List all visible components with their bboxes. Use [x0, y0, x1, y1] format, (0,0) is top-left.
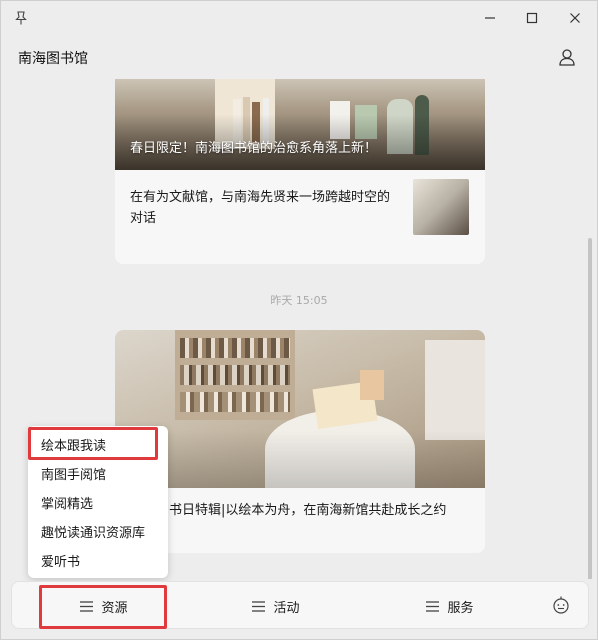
- robot-icon[interactable]: [551, 595, 571, 615]
- chat-header: 南海图书馆: [1, 35, 597, 79]
- menu-item-label: 趣悦读通识资源库: [41, 526, 146, 541]
- menu-item-general-knowledge-database[interactable]: 趣悦读通识资源库: [28, 516, 168, 545]
- article-subitem-text[interactable]: 在有为文献馆，与南海先贤来一场跨越时空的对话: [130, 187, 390, 229]
- pin-icon[interactable]: [13, 10, 29, 26]
- menu-item-nantu-mobile-library[interactable]: 南图手阅馆: [28, 458, 168, 487]
- bottom-menu-label: 活动: [273, 600, 300, 616]
- article-cover-image[interactable]: [115, 330, 485, 488]
- feed-scrollbar[interactable]: [588, 238, 592, 579]
- app-window: 南海图书馆 春日限定！南海图书馆的治愈系角落上新！ 在有为文献馆，与南海先贤来一…: [0, 0, 598, 640]
- bottom-menu-activities[interactable]: 活动: [216, 582, 336, 630]
- menu-list-icon: [426, 600, 440, 612]
- page-title: 南海图书馆: [18, 51, 88, 67]
- article-title: 儿童图书日特辑|以绘本为舟，在南海新馆共赴成长之约: [130, 503, 447, 518]
- article-card[interactable]: 春日限定！南海图书馆的治愈系角落上新！ 在有为文献馆，与南海先贤来一场跨越时空的…: [115, 79, 485, 264]
- maximize-icon[interactable]: [521, 7, 543, 29]
- close-icon[interactable]: [564, 7, 586, 29]
- bottom-menu-highlight-box: [39, 585, 167, 629]
- user-icon[interactable]: [557, 47, 577, 67]
- bottom-menu-label: 服务: [447, 600, 474, 616]
- bottom-menu-services[interactable]: 服务: [390, 582, 510, 630]
- message-timestamp: 昨天 15:05: [270, 294, 328, 307]
- menu-item-label: 爱听书: [41, 555, 81, 570]
- menu-list-icon: [252, 600, 266, 612]
- article-title: 春日限定！南海图书馆的治愈系角落上新！: [130, 141, 378, 156]
- menu-item-ireader-selection[interactable]: 掌阅精选: [28, 487, 168, 516]
- article-subitem-thumbnail[interactable]: [413, 179, 469, 235]
- minimize-icon[interactable]: [479, 7, 501, 29]
- article-cover-image[interactable]: 春日限定！南海图书馆的治愈系角落上新！: [115, 79, 485, 170]
- title-bar: [1, 1, 597, 35]
- menu-item-label: 南图手阅馆: [41, 468, 107, 483]
- article-card[interactable]: 儿童图书日特辑|以绘本为舟，在南海新馆共赴成长之约: [115, 330, 485, 553]
- menu-item-audiobooks[interactable]: 爱听书: [28, 545, 168, 574]
- menu-item-highlight-box: [28, 427, 158, 460]
- menu-item-label: 掌阅精选: [41, 497, 94, 512]
